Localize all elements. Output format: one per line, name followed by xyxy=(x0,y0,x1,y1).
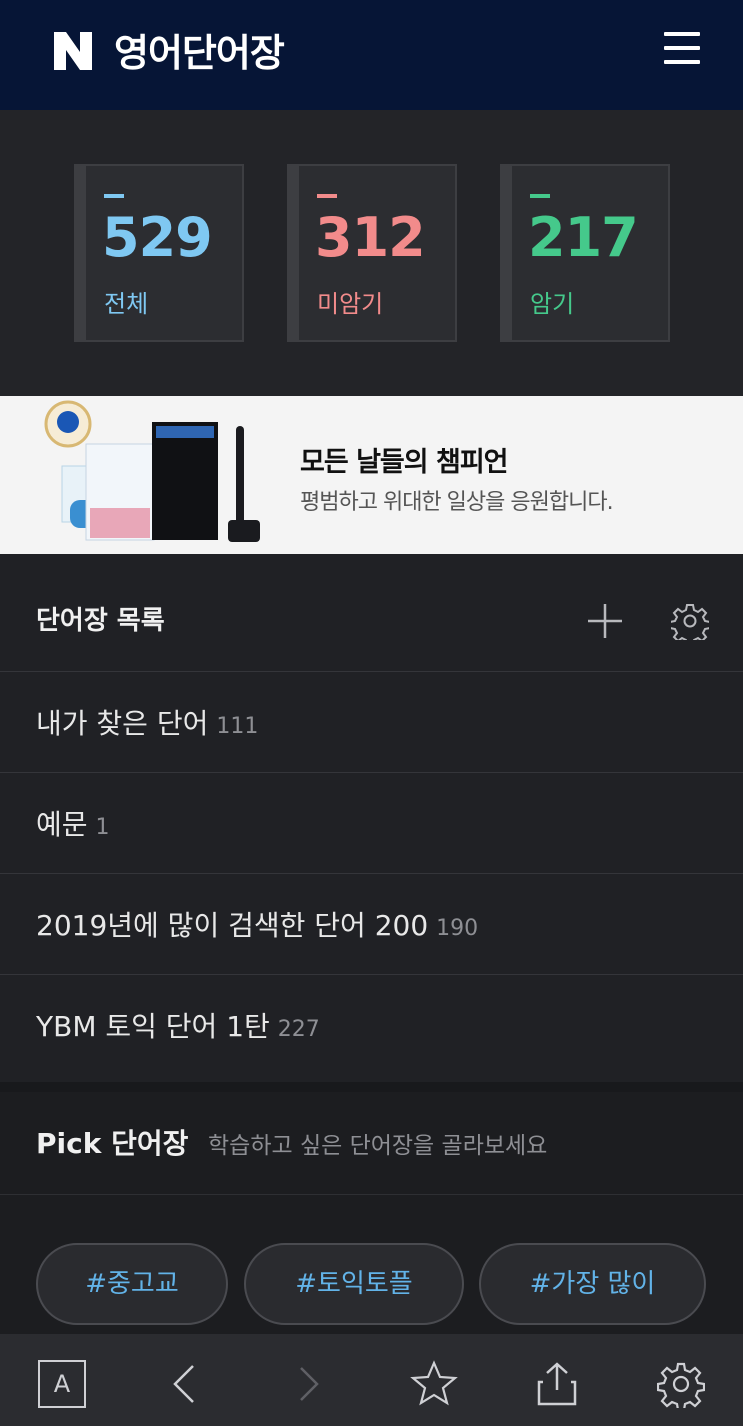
stats-panel: 529 전체 312 미암기 217 암기 xyxy=(0,110,743,396)
share-icon[interactable] xyxy=(533,1360,581,1408)
wordbook-count: 111 xyxy=(216,714,259,739)
stat-unmemorized-card[interactable]: 312 미암기 xyxy=(287,164,457,342)
gear-icon[interactable] xyxy=(671,602,709,640)
stat-total-card[interactable]: 529 전체 xyxy=(74,164,244,342)
list-item[interactable]: 내가 찾은 단어 111 xyxy=(0,671,743,772)
hamburger-menu-icon[interactable] xyxy=(664,32,706,68)
naver-logo-icon xyxy=(54,32,92,70)
app-header: 영어단어장 xyxy=(0,0,743,110)
dash-mark xyxy=(104,194,124,198)
pick-subtitle: 학습하고 싶은 단어장을 골라보세요 xyxy=(208,1133,548,1159)
list-item[interactable]: 예문 1 xyxy=(0,772,743,873)
stat-memorized-value: 217 xyxy=(528,206,639,269)
ad-headline: 모든 날들의 챔피언 xyxy=(300,447,509,478)
stat-memorized-label: 암기 xyxy=(530,290,575,318)
wordbook-name: YBM 토익 단어 1탄 xyxy=(36,1010,270,1043)
list-item[interactable]: YBM 토익 단어 1탄 227 xyxy=(0,974,743,1075)
stat-unmemorized-label: 미암기 xyxy=(317,290,384,318)
wordbook-count: 227 xyxy=(277,1017,320,1042)
app-title: 영어단어장 xyxy=(114,31,285,75)
back-icon[interactable] xyxy=(161,1360,209,1408)
stat-unmemorized-value: 312 xyxy=(315,206,426,269)
ad-product-image xyxy=(44,400,260,542)
dash-mark xyxy=(530,194,550,198)
chip-most-popular[interactable]: #가장 많이 xyxy=(479,1243,706,1325)
wordbook-name: 2019년에 많이 검색한 단어 200 xyxy=(36,909,429,942)
stat-memorized-card[interactable]: 217 암기 xyxy=(500,164,670,342)
wordbook-list-title: 단어장 목록 xyxy=(36,606,165,636)
wordbook-count: 1 xyxy=(95,815,110,840)
wordbook-name: 예문 xyxy=(36,808,88,841)
wordbook-count: 190 xyxy=(436,916,479,941)
stat-total-value: 529 xyxy=(102,206,213,269)
divider xyxy=(0,1194,743,1195)
dash-mark xyxy=(317,194,337,198)
chip-toeic-toefl[interactable]: #토익토플 xyxy=(244,1243,464,1325)
chip-middle-high-school[interactable]: #중고교 xyxy=(36,1243,228,1325)
add-icon[interactable] xyxy=(586,602,624,640)
wordbook-name: 내가 찾은 단어 xyxy=(36,707,209,740)
ad-subtext: 평범하고 위대한 일상을 응원합니다. xyxy=(300,490,614,515)
bottom-toolbar xyxy=(0,1334,743,1426)
list-item[interactable]: 2019년에 많이 검색한 단어 200 190 xyxy=(0,873,743,974)
star-icon[interactable] xyxy=(410,1360,458,1408)
font-size-icon[interactable]: A xyxy=(38,1360,86,1408)
forward-icon[interactable] xyxy=(285,1360,333,1408)
settings-icon[interactable] xyxy=(657,1360,705,1408)
pick-title: Pick 단어장 xyxy=(36,1127,189,1160)
ad-banner[interactable]: AD ✕ 모든 날들의 챔피언 평범하고 위대한 일상을 응원합니다. xyxy=(0,396,743,826)
stat-total-label: 전체 xyxy=(104,290,149,318)
